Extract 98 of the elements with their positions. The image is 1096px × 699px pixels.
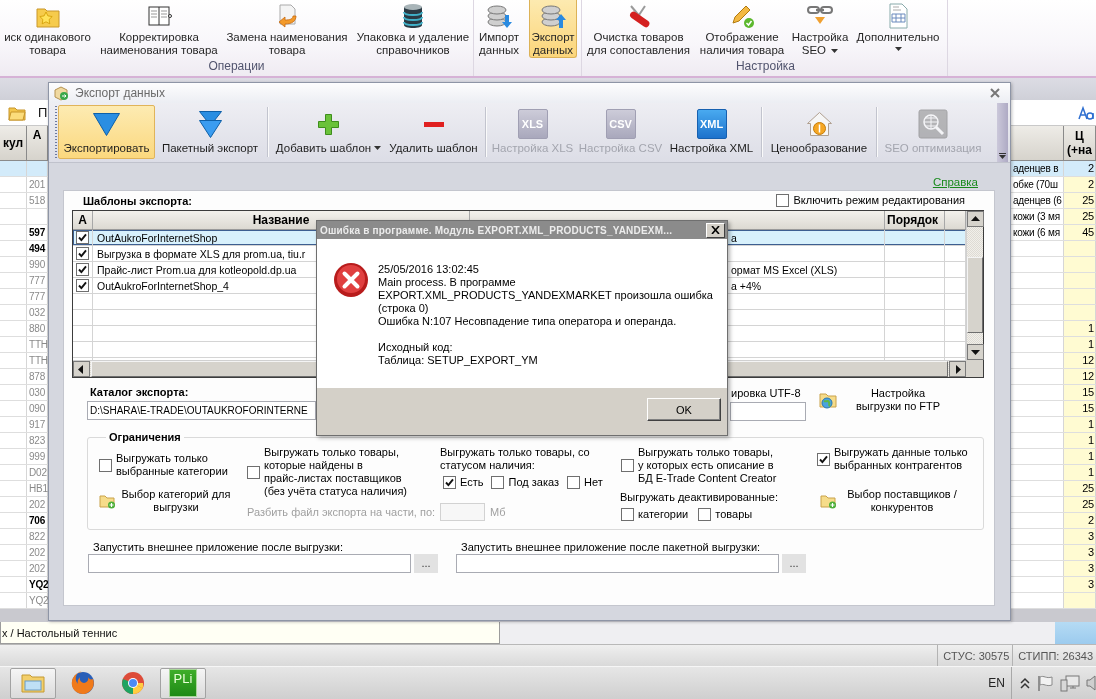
cell-text: 1 <box>1088 465 1094 480</box>
cell-text: 25 <box>1082 209 1094 224</box>
cell-text: TTH <box>29 338 48 352</box>
cell-text: 990 <box>29 258 46 272</box>
cell-text: 1 <box>1088 449 1094 464</box>
cell-text: 3 <box>1088 577 1094 592</box>
cell-text: Выгрузка в формате XLS для prom.ua, tiu.r <box>97 247 306 260</box>
window-title: Экспорт данных <box>75 86 166 100</box>
checkbox-label: товары <box>715 508 753 521</box>
column-header: Ц (+на <box>1067 129 1092 157</box>
checkbox-label: Нет <box>584 476 603 489</box>
column-header: А <box>78 213 87 227</box>
cell-text: 880 <box>29 322 46 336</box>
format-label: CSV <box>605 109 636 139</box>
cell-text: 25 <box>1082 497 1094 512</box>
cell-text: TTH <box>29 354 48 368</box>
cell-text: 12 <box>1082 369 1094 384</box>
cell-text: 822 <box>29 530 46 544</box>
cell-text: а +4% <box>731 279 762 292</box>
group-label: Настройка <box>734 58 797 75</box>
cell-text: 25 <box>1082 481 1094 496</box>
cell-text: 030 <box>29 386 46 400</box>
checkbox-label: Под заказ <box>508 476 559 489</box>
cell-text: 3 <box>1088 561 1094 576</box>
cell-text: 201 <box>29 178 46 192</box>
cell-text: 777 <box>29 274 46 288</box>
cell-text: OutAukroForInternetShop <box>97 231 218 244</box>
column-header: Название <box>252 213 310 227</box>
option-group-label: Выгружать деактивированные: <box>620 491 779 504</box>
cell-text: 25 <box>1082 193 1094 208</box>
cell-text: YQ2 <box>29 578 48 592</box>
cell-text: 518 <box>29 194 46 208</box>
cell-text: 917 <box>29 418 46 432</box>
cell-text: 3 <box>1088 545 1094 560</box>
format-label: XLS <box>517 109 548 139</box>
cell-text: 032 <box>29 306 46 320</box>
cell-text: D02 <box>29 466 47 480</box>
toolbar-label: П <box>38 105 48 120</box>
cell-text: 777 <box>29 290 46 304</box>
cell-text: а <box>731 231 737 244</box>
cell-text: 2 <box>1088 161 1094 176</box>
checkbox-label: Выгружать только товары, у которых есть описание в БД E-Trade Content Creator <box>638 446 777 485</box>
cell-text: 1 <box>1088 321 1094 336</box>
checkbox-label: Есть <box>460 476 484 489</box>
checkbox-label: категории <box>638 508 689 521</box>
cell-text: 1 <box>1088 337 1094 352</box>
field-label: Запустить внешнее приложение после выгрузки: <box>92 541 344 554</box>
cell-text: 706 <box>29 514 46 528</box>
unit-label: Мб <box>490 505 506 519</box>
cell-text: 12 <box>1082 353 1094 368</box>
cell-text: 090 <box>29 402 46 416</box>
cell-text: 15 <box>1082 385 1094 400</box>
section-title: Шаблоны экспорта: <box>83 194 192 207</box>
cell-text: 3 <box>1088 529 1094 544</box>
cell-text: ормат MS Excel (XLS) <box>731 263 838 276</box>
cell-text: кожи (3 мя <box>1013 210 1060 224</box>
cell-text: аденцев в <box>1013 162 1059 176</box>
cell-text: 202 <box>29 498 46 512</box>
cell-text: 999 <box>29 450 46 464</box>
dialog-title: Ошибка в программе. Модуль EXPORT.XML_PRODUCTS_YANDEXM... <box>320 224 673 236</box>
error-message: 25/05/2016 13:02:45 Main process. В программе EXPORT.XML_PRODUCTS_YANDEXMARKET произошла ошибка (строка 0) Ошибка N:107 Несовпадение типа оператора и операнда. <box>378 263 713 328</box>
cell-text: 202 <box>29 562 46 576</box>
cell-text: 1 <box>1088 417 1094 432</box>
checkbox-label: Выгружать данные только выбранных контрагентов <box>834 446 968 472</box>
cell-text: 1 <box>1088 433 1094 448</box>
checkbox-label: Выгружать только выбранные категории <box>116 452 228 478</box>
field-label: Запустить внешнее приложение после пакетной выгрузки: <box>460 541 762 554</box>
cell-text: 2 <box>1088 513 1094 528</box>
checkbox-label: Включить режим редактирования <box>793 194 965 207</box>
column-header: Порядок <box>887 213 939 227</box>
cell-text: 823 <box>29 434 46 448</box>
format-label: XML <box>696 109 727 139</box>
cell-text: 202 <box>29 546 46 560</box>
cell-text: OutAukroForInternetShop_4 <box>97 279 229 292</box>
error-source: Исходный код: Таблица: SETUP_EXPORT_YM <box>378 341 539 367</box>
cell-text: кожи (6 мя <box>1013 226 1060 240</box>
cell-text: 2 <box>1088 177 1094 192</box>
cell-text: обке (70ш <box>1013 178 1058 192</box>
cell-text: 878 <box>29 370 46 384</box>
group-label: Операции <box>207 58 266 75</box>
field-label: ировка UTF-8 <box>731 387 802 400</box>
cell-text: HB1 <box>29 482 48 496</box>
app-logo: PLi <box>169 669 197 697</box>
group-title: Ограничения <box>108 431 182 443</box>
column-header: кул <box>2 136 24 150</box>
cell-text: 597 <box>29 226 46 240</box>
cell-text: Прайс-лист Prom.ua для kotleopold.dp.ua <box>97 263 297 276</box>
category-path: х / Настольный теннис <box>2 626 118 639</box>
checkbox-label: Выгружать только товары, которые найдены в прайс-листах поставщиков (без учёта статуса наличия) <box>264 446 407 498</box>
field-label: Каталог экспорта: <box>90 385 190 399</box>
cell-text: аденцев (6 <box>1013 194 1062 208</box>
cell-text: 15 <box>1082 401 1094 416</box>
option-group-label: Выгружать только товары, со статусом наличия: <box>440 446 591 472</box>
cell-text: YQ2 <box>29 594 48 608</box>
column-header: А <box>32 128 42 142</box>
cell-text: 494 <box>29 242 46 256</box>
cell-text: 45 <box>1082 225 1094 240</box>
field-label: Разбить файл экспорта на части, по: <box>247 505 436 519</box>
